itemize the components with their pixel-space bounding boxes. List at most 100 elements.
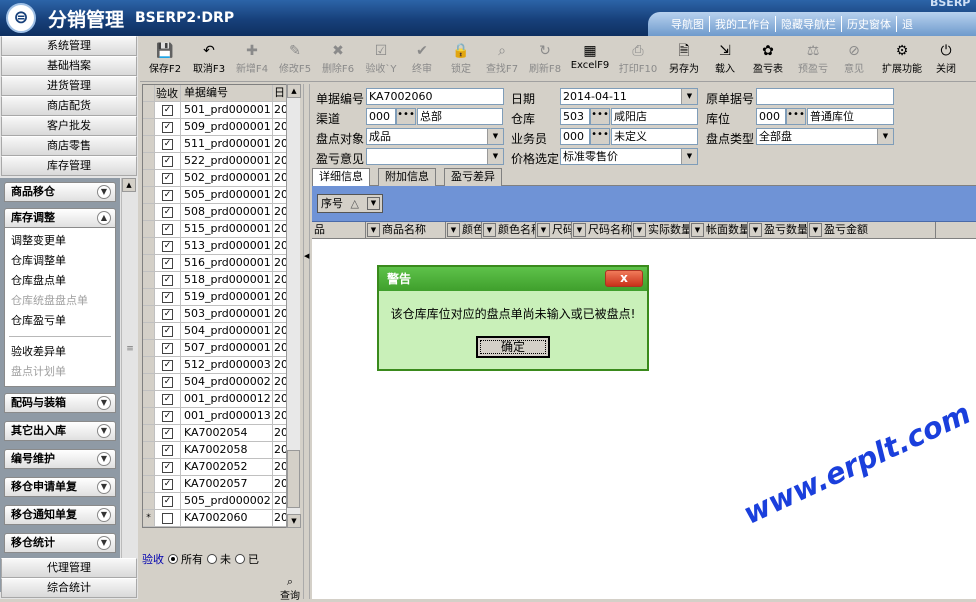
col-size[interactable]: ▼ 尺码 <box>536 222 572 238</box>
dropdown-icon[interactable]: ▼ <box>681 89 697 104</box>
table-row[interactable]: ✓ 504_prd000002 20 <box>143 374 299 391</box>
table-row[interactable]: ✓ 512_prd000003 20 <box>143 357 299 374</box>
accept-checkbox[interactable]: ✓ <box>162 427 173 439</box>
col-doc-no[interactable]: 单据编号 <box>181 85 273 101</box>
salesman-lookup-button[interactable]: ••• <box>590 128 610 145</box>
salesman-code-field[interactable]: 000 <box>560 128 590 145</box>
table-row[interactable]: ✓ 518_prd000001 20 <box>143 272 299 289</box>
menu-agent[interactable]: 代理管理 <box>1 558 137 578</box>
group-size-packing[interactable]: 配码与装箱 ▼ <box>4 393 116 413</box>
table-row[interactable]: ✓ 516_prd000001 20 <box>143 255 299 272</box>
col-book-qty[interactable]: ▼ 帐面数量 <box>690 222 748 238</box>
dropdown-icon[interactable]: ▼ <box>447 223 460 237</box>
group-move-notice[interactable]: 移仓通知单复 ▼ <box>4 505 116 525</box>
collapse-left-icon[interactable]: ◀ <box>304 252 309 260</box>
table-row[interactable]: ✓ 505_prd000001 20 <box>143 187 299 204</box>
group-move-stock[interactable]: 商品移仓 ▼ <box>4 182 116 202</box>
warehouse-code-field[interactable]: 503 <box>560 108 590 125</box>
accept-checkbox[interactable]: ✓ <box>162 308 173 320</box>
col-size-name[interactable]: ▼ 尺码名称 <box>572 222 632 238</box>
col-item[interactable]: 品 <box>312 222 366 238</box>
scroll-down-icon[interactable]: ▼ <box>287 514 301 528</box>
dropdown-icon[interactable]: ▼ <box>367 223 380 237</box>
col-color-name[interactable]: ▼颜色名称 <box>482 222 536 238</box>
accept-checkbox[interactable]: ✓ <box>162 393 173 405</box>
table-row[interactable]: ✓ 505_prd000002 20 <box>143 493 299 510</box>
radio-all[interactable] <box>168 554 178 564</box>
date-field[interactable]: 2014-04-11 ▼ <box>560 88 698 105</box>
table-row[interactable]: ✓ 507_prd000001 20 <box>143 340 299 357</box>
accept-checkbox[interactable]: ✓ <box>162 138 173 150</box>
accept-checkbox[interactable]: ✓ <box>162 206 173 218</box>
channel-lookup-button[interactable]: ••• <box>396 108 416 125</box>
group-move-request[interactable]: 移仓申请单复 ▼ <box>4 477 116 497</box>
radio-not[interactable] <box>207 554 217 564</box>
menu-store-distribution[interactable]: 商店配货 <box>1 96 137 116</box>
sub-item-warehouse-adjust[interactable]: 仓库调整单 <box>5 251 115 271</box>
menu-retail[interactable]: 商店零售 <box>1 136 137 156</box>
accept-checkbox[interactable]: ✓ <box>162 121 173 133</box>
nav-hide-navbar[interactable]: 隐藏导航栏 <box>775 16 841 32</box>
dropdown-icon[interactable]: ▼ <box>537 223 550 237</box>
accept-checkbox[interactable]: ✓ <box>162 172 173 184</box>
group-by-bar[interactable] <box>312 186 976 222</box>
nav-history[interactable]: 历史窗体 <box>841 16 896 32</box>
close-icon[interactable]: x <box>605 270 643 287</box>
orig-no-field[interactable] <box>756 88 894 105</box>
accept-checkbox[interactable]: ✓ <box>162 325 173 337</box>
menu-system[interactable]: 系统管理 <box>1 36 137 56</box>
location-lookup-button[interactable]: ••• <box>786 108 806 125</box>
nav-exit[interactable]: 退 <box>896 16 918 32</box>
table-row[interactable]: ✓ 511_prd000001 20 <box>143 136 299 153</box>
table-row[interactable]: * KA7002060 20 <box>143 510 299 527</box>
channel-code-field[interactable]: 000 <box>366 108 396 125</box>
load-button[interactable]: ⇲ 载入 <box>707 36 743 81</box>
dropdown-icon[interactable]: ▼ <box>749 223 762 237</box>
accept-checkbox[interactable]: ✓ <box>162 240 173 252</box>
accept-checkbox[interactable]: ✓ <box>162 444 173 456</box>
dropdown-icon[interactable]: ▼ <box>809 223 822 237</box>
menu-wholesale[interactable]: 客户批发 <box>1 116 137 136</box>
dropdown-icon[interactable]: ▼ <box>487 149 503 164</box>
ok-button[interactable]: 确定 <box>476 336 550 358</box>
sidebar-scrollbar[interactable]: ▲ ≡ ▼ <box>121 178 138 592</box>
price-select[interactable]: 标准零售价 ▼ <box>560 148 698 165</box>
nav-map[interactable]: 导航图 <box>666 16 709 32</box>
accept-checkbox[interactable]: ✓ <box>162 104 173 116</box>
doc-no-field[interactable]: KA7002060 <box>366 88 504 105</box>
col-actual-qty[interactable]: ▼ 实际数量 <box>632 222 690 238</box>
group-stock-adjust[interactable]: 库存调整 ▲ <box>4 208 116 228</box>
stock-target-select[interactable]: 成品 ▼ <box>366 128 504 145</box>
accept-checkbox[interactable]: ✓ <box>162 359 173 371</box>
table-row[interactable]: ✓ KA7002058 20 <box>143 442 299 459</box>
table-row[interactable]: ✓ 515_prd000001 20 <box>143 221 299 238</box>
profit-loss-table-button[interactable]: ✿ 盈亏表 <box>746 36 790 81</box>
pane-splitter[interactable]: ◀ <box>303 84 310 599</box>
group-by-chip[interactable]: 序号 △ ▼ <box>317 194 383 213</box>
accept-checkbox[interactable]: ✓ <box>162 257 173 269</box>
col-color[interactable]: ▼ 颜色 <box>446 222 482 238</box>
accept-checkbox[interactable]: ✓ <box>162 155 173 167</box>
menu-statistics[interactable]: 综合统计 <box>1 578 137 598</box>
tab-profit-loss-diff[interactable]: 盈亏差异 <box>444 168 502 186</box>
sub-item-warehouse-stocktake[interactable]: 仓库盘点单 <box>5 271 115 291</box>
group-code-maintenance[interactable]: 编号维护 ▼ <box>4 449 116 469</box>
dropdown-icon[interactable]: ▼ <box>573 223 586 237</box>
scroll-thumb[interactable] <box>287 450 300 508</box>
dropdown-icon[interactable]: ▼ <box>633 223 646 237</box>
table-row[interactable]: ✓ 509_prd000001 20 <box>143 119 299 136</box>
nav-workbench[interactable]: 我的工作台 <box>709 16 775 32</box>
menu-inventory[interactable]: 库存管理 <box>1 156 137 176</box>
save-as-button[interactable]: 🗎 另存为 <box>664 36 704 81</box>
stock-type-select[interactable]: 全部盘 ▼ <box>756 128 894 145</box>
close-button[interactable]: ⏻ 关闭 <box>932 36 960 81</box>
save-button[interactable]: 💾 保存F2 <box>144 36 186 81</box>
col-product-name[interactable]: ▼ 商品名称 <box>366 222 446 238</box>
location-code-field[interactable]: 000 <box>756 108 786 125</box>
col-date[interactable]: 日 <box>273 85 287 101</box>
excel-button[interactable]: ▦ ExcelF9 <box>568 36 612 81</box>
extend-button[interactable]: ⚙ 扩展功能 <box>875 36 929 81</box>
query-button[interactable]: ⌕ 查询 <box>276 576 304 602</box>
table-row[interactable]: ✓ 519_prd000001 20 <box>143 289 299 306</box>
table-row[interactable]: ✓ KA7002052 20 <box>143 459 299 476</box>
